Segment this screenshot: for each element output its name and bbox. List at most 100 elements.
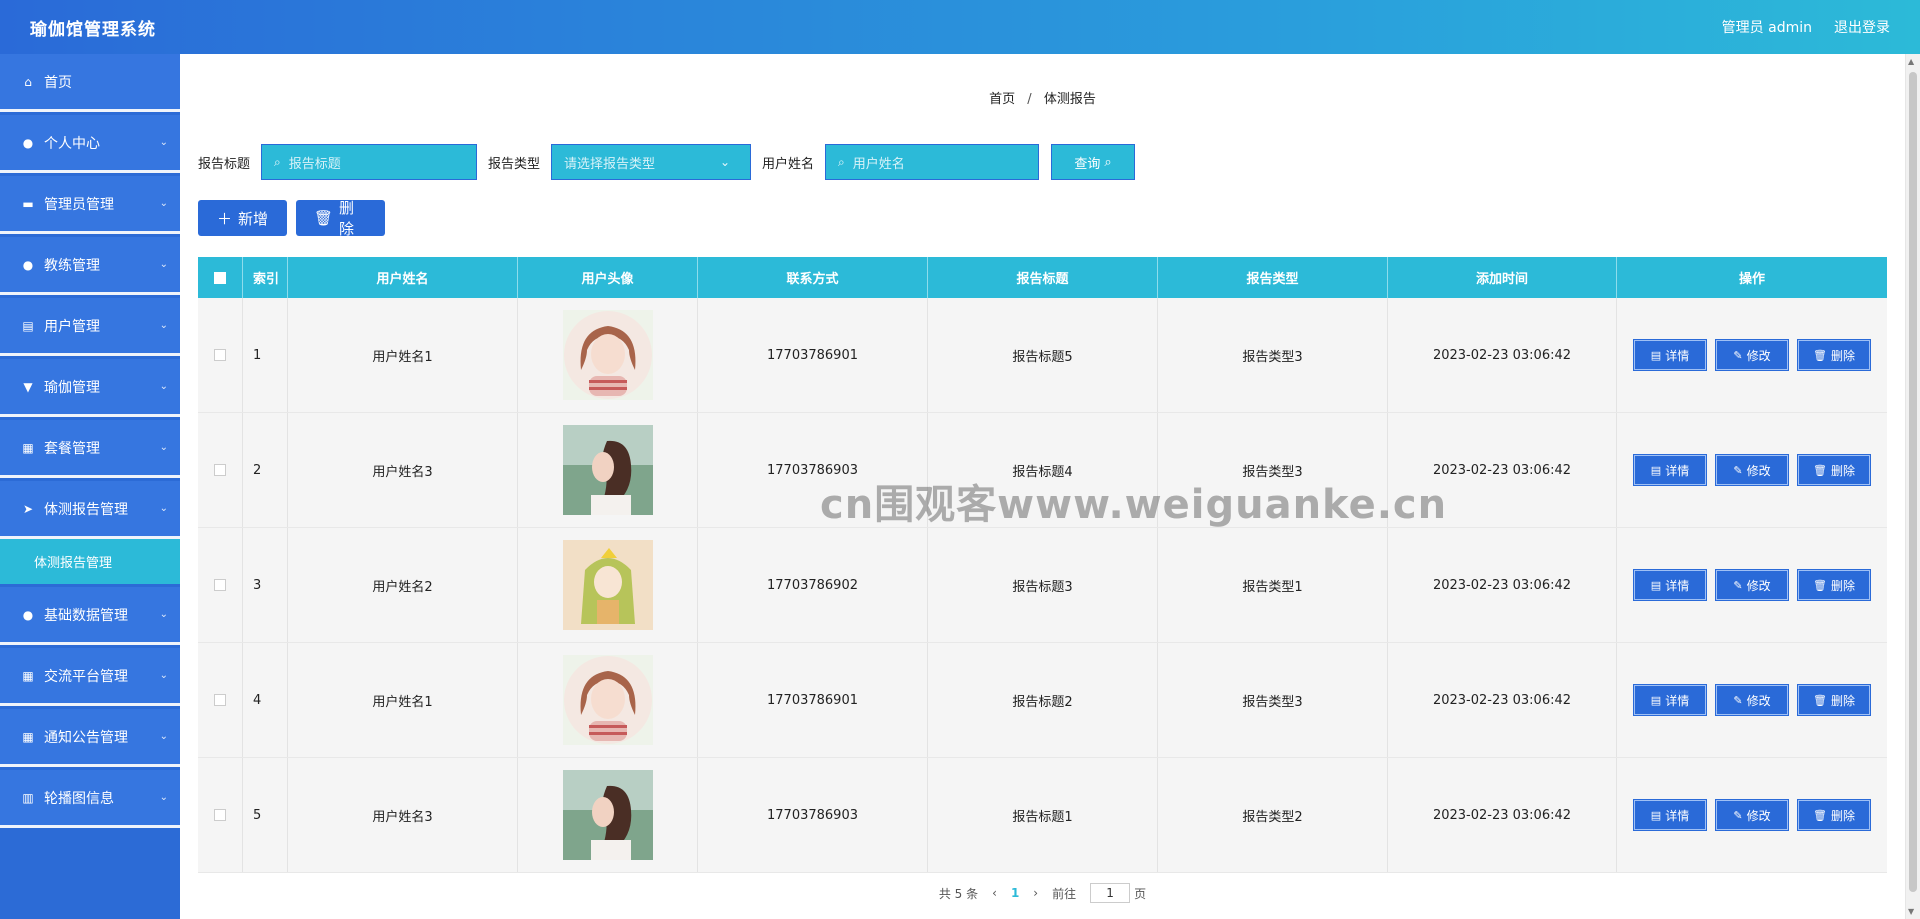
sidebar-item[interactable]: ⌂ 首页 (0, 54, 180, 112)
report-title-label: 报告标题 (198, 156, 251, 172)
search-icon: ⌕ (838, 154, 845, 169)
detail-label: 详情 (1665, 348, 1690, 363)
select-all-checkbox[interactable] (214, 271, 226, 284)
table-row[interactable]: 2 用户姓名3 17703786903 报告标题4 报告类型3 2023-02-23 03… (198, 413, 1887, 528)
cell-add-time: 2023-02-23 03:06:42 (1388, 758, 1617, 872)
edit-button[interactable]: ✎ 修改 (1715, 799, 1789, 831)
detail-button[interactable]: ▤ 详情 (1633, 799, 1707, 831)
cell-user-name: 用户姓名2 (288, 528, 518, 642)
delete-button[interactable]: 🗑 删除 (1797, 339, 1871, 371)
goto-label: 前往 (1052, 886, 1077, 901)
table-header: 索引 用户姓名 用户头像 联系方式 报告标题 报告类型 添加时间 操作 (198, 257, 1887, 298)
sidebar-item[interactable]: ▦ 套餐管理 ⌄ (0, 420, 180, 478)
admin-user-label[interactable]: 管理员 admin (1722, 17, 1812, 37)
sidebar-item-label: 轮播图信息 (44, 790, 114, 807)
grid-icon: ▦ (22, 729, 34, 744)
sidebar-item[interactable]: ● 教练管理 ⌄ (0, 237, 180, 295)
batch-delete-label: 删除 (339, 199, 355, 238)
document-icon: ▤ (1650, 578, 1662, 592)
table-row[interactable]: 3 用户姓名2 17703786902 报告标题3 报告类型1 2023-02-23 03… (198, 528, 1887, 643)
trash-icon: 🗑 (1813, 578, 1827, 592)
edit-button[interactable]: ✎ 修改 (1715, 339, 1789, 371)
prev-page-button[interactable]: ‹ (992, 886, 997, 900)
cell-actions: ▤ 详情 ✎ 修改 🗑 删除 (1617, 758, 1887, 872)
table-row[interactable]: 1 用户姓名1 17703786901 报告标题5 报告类型3 2023-02-23 03… (198, 298, 1887, 413)
row-checkbox[interactable] (214, 464, 226, 476)
scroll-up-arrow[interactable]: ▲ (1908, 57, 1914, 66)
goto-page-input[interactable]: 1 (1090, 883, 1131, 903)
sidebar-item-label: 交流平台管理 (44, 668, 128, 685)
delete-button[interactable]: 🗑 删除 (1797, 454, 1871, 486)
column-header: 用户姓名 (288, 257, 518, 298)
report-type-placeholder: 请选择报告类型 (564, 156, 656, 172)
add-button[interactable]: ＋ 新增 (198, 200, 287, 236)
edit-button[interactable]: ✎ 修改 (1715, 684, 1789, 716)
cell-index: 5 (243, 758, 288, 872)
sidebar-item[interactable]: ▤ 用户管理 ⌄ (0, 298, 180, 356)
vertical-scrollbar[interactable]: ▲ ▼ (1905, 54, 1920, 919)
detail-button[interactable]: ▤ 详情 (1633, 569, 1707, 601)
row-checkbox[interactable] (214, 809, 226, 821)
row-checkbox-cell (198, 413, 243, 527)
submenu-item-report[interactable]: 体测报告管理 (0, 539, 180, 584)
query-button[interactable]: 查询 ⌕ (1051, 144, 1136, 180)
table-row[interactable]: 5 用户姓名3 17703786903 报告标题1 报告类型2 2023-02-23 03… (198, 758, 1887, 873)
sidebar-item-label: 基础数据管理 (44, 607, 128, 624)
page-number-current[interactable]: 1 (1011, 886, 1019, 900)
user-avatar (562, 540, 653, 630)
sidebar-item[interactable]: ▬ 管理员管理 ⌄ (0, 176, 180, 234)
user-icon: ● (22, 257, 34, 272)
edit-icon: ✎ (1733, 348, 1743, 362)
cell-avatar (518, 528, 698, 642)
cell-phone: 17703786903 (698, 413, 928, 527)
sidebar-item[interactable]: ▼ 瑜伽管理 ⌄ (0, 359, 180, 417)
delete-button[interactable]: 🗑 删除 (1797, 569, 1871, 601)
detail-button[interactable]: ▤ 详情 (1633, 684, 1707, 716)
delete-button[interactable]: 🗑 删除 (1797, 799, 1871, 831)
sidebar-item[interactable]: ▥ 轮播图信息 ⌄ (0, 770, 180, 828)
edit-button[interactable]: ✎ 修改 (1715, 569, 1789, 601)
cell-add-time: 2023-02-23 03:06:42 (1388, 413, 1617, 527)
user-name-label: 用户姓名 (762, 156, 815, 172)
row-checkbox[interactable] (214, 349, 226, 361)
row-checkbox[interactable] (214, 579, 226, 591)
sidebar-item-label: 用户管理 (44, 318, 100, 335)
batch-delete-button[interactable]: 🗑 删除 (296, 199, 385, 238)
report-title-input[interactable]: ⌕ 报告标题 (261, 144, 478, 180)
main-content: 首页 / 体测报告 报告标题 ⌕ 报告标题 报告类型 请选择报告类型 ⌄ 用户姓… (180, 54, 1905, 919)
detail-button[interactable]: ▤ 详情 (1633, 339, 1707, 371)
logout-link[interactable]: 退出登录 (1834, 17, 1890, 37)
detail-label: 详情 (1665, 578, 1690, 593)
row-checkbox[interactable] (214, 694, 226, 706)
cell-avatar (518, 758, 698, 872)
sidebar-item[interactable]: ● 基础数据管理 ⌄ (0, 587, 180, 645)
document-icon: ▤ (1650, 693, 1662, 707)
sidebar-item-label: 体测报告管理 (44, 501, 128, 518)
sidebar-item[interactable]: ▦ 交流平台管理 ⌄ (0, 648, 180, 706)
chevron-down-icon: ⌄ (159, 137, 168, 148)
monitor-icon: ▬ (22, 196, 34, 211)
cell-avatar (518, 298, 698, 412)
scroll-thumb[interactable] (1909, 72, 1917, 892)
sidebar-item[interactable]: ● 个人中心 ⌄ (0, 115, 180, 173)
sidebar-item[interactable]: ▦ 通知公告管理 ⌄ (0, 709, 180, 767)
breadcrumb-home[interactable]: 首页 (989, 92, 1015, 107)
scroll-down-arrow[interactable]: ▼ (1908, 907, 1914, 916)
table-row[interactable]: 4 用户姓名1 17703786901 报告标题2 报告类型3 2023-02-23 03… (198, 643, 1887, 758)
cell-index: 3 (243, 528, 288, 642)
sidebar-item-label: 教练管理 (44, 257, 100, 274)
edit-button[interactable]: ✎ 修改 (1715, 454, 1789, 486)
report-type-select[interactable]: 请选择报告类型 ⌄ (551, 144, 752, 180)
document-icon: ▤ (1650, 348, 1662, 362)
delete-button[interactable]: 🗑 删除 (1797, 684, 1871, 716)
user-avatar (562, 655, 653, 745)
detail-button[interactable]: ▤ 详情 (1633, 454, 1707, 486)
trash-icon: 🗑 (1813, 463, 1827, 477)
column-header: 报告类型 (1158, 257, 1388, 298)
cell-phone: 17703786901 (698, 643, 928, 757)
user-name-input[interactable]: ⌕ 用户姓名 (825, 144, 1040, 180)
next-page-button[interactable]: › (1033, 886, 1038, 900)
column-header: 报告标题 (928, 257, 1158, 298)
chevron-down-icon: ⌄ (159, 442, 168, 453)
sidebar-item[interactable]: ➤ 体测报告管理 ⌄ (0, 481, 180, 539)
